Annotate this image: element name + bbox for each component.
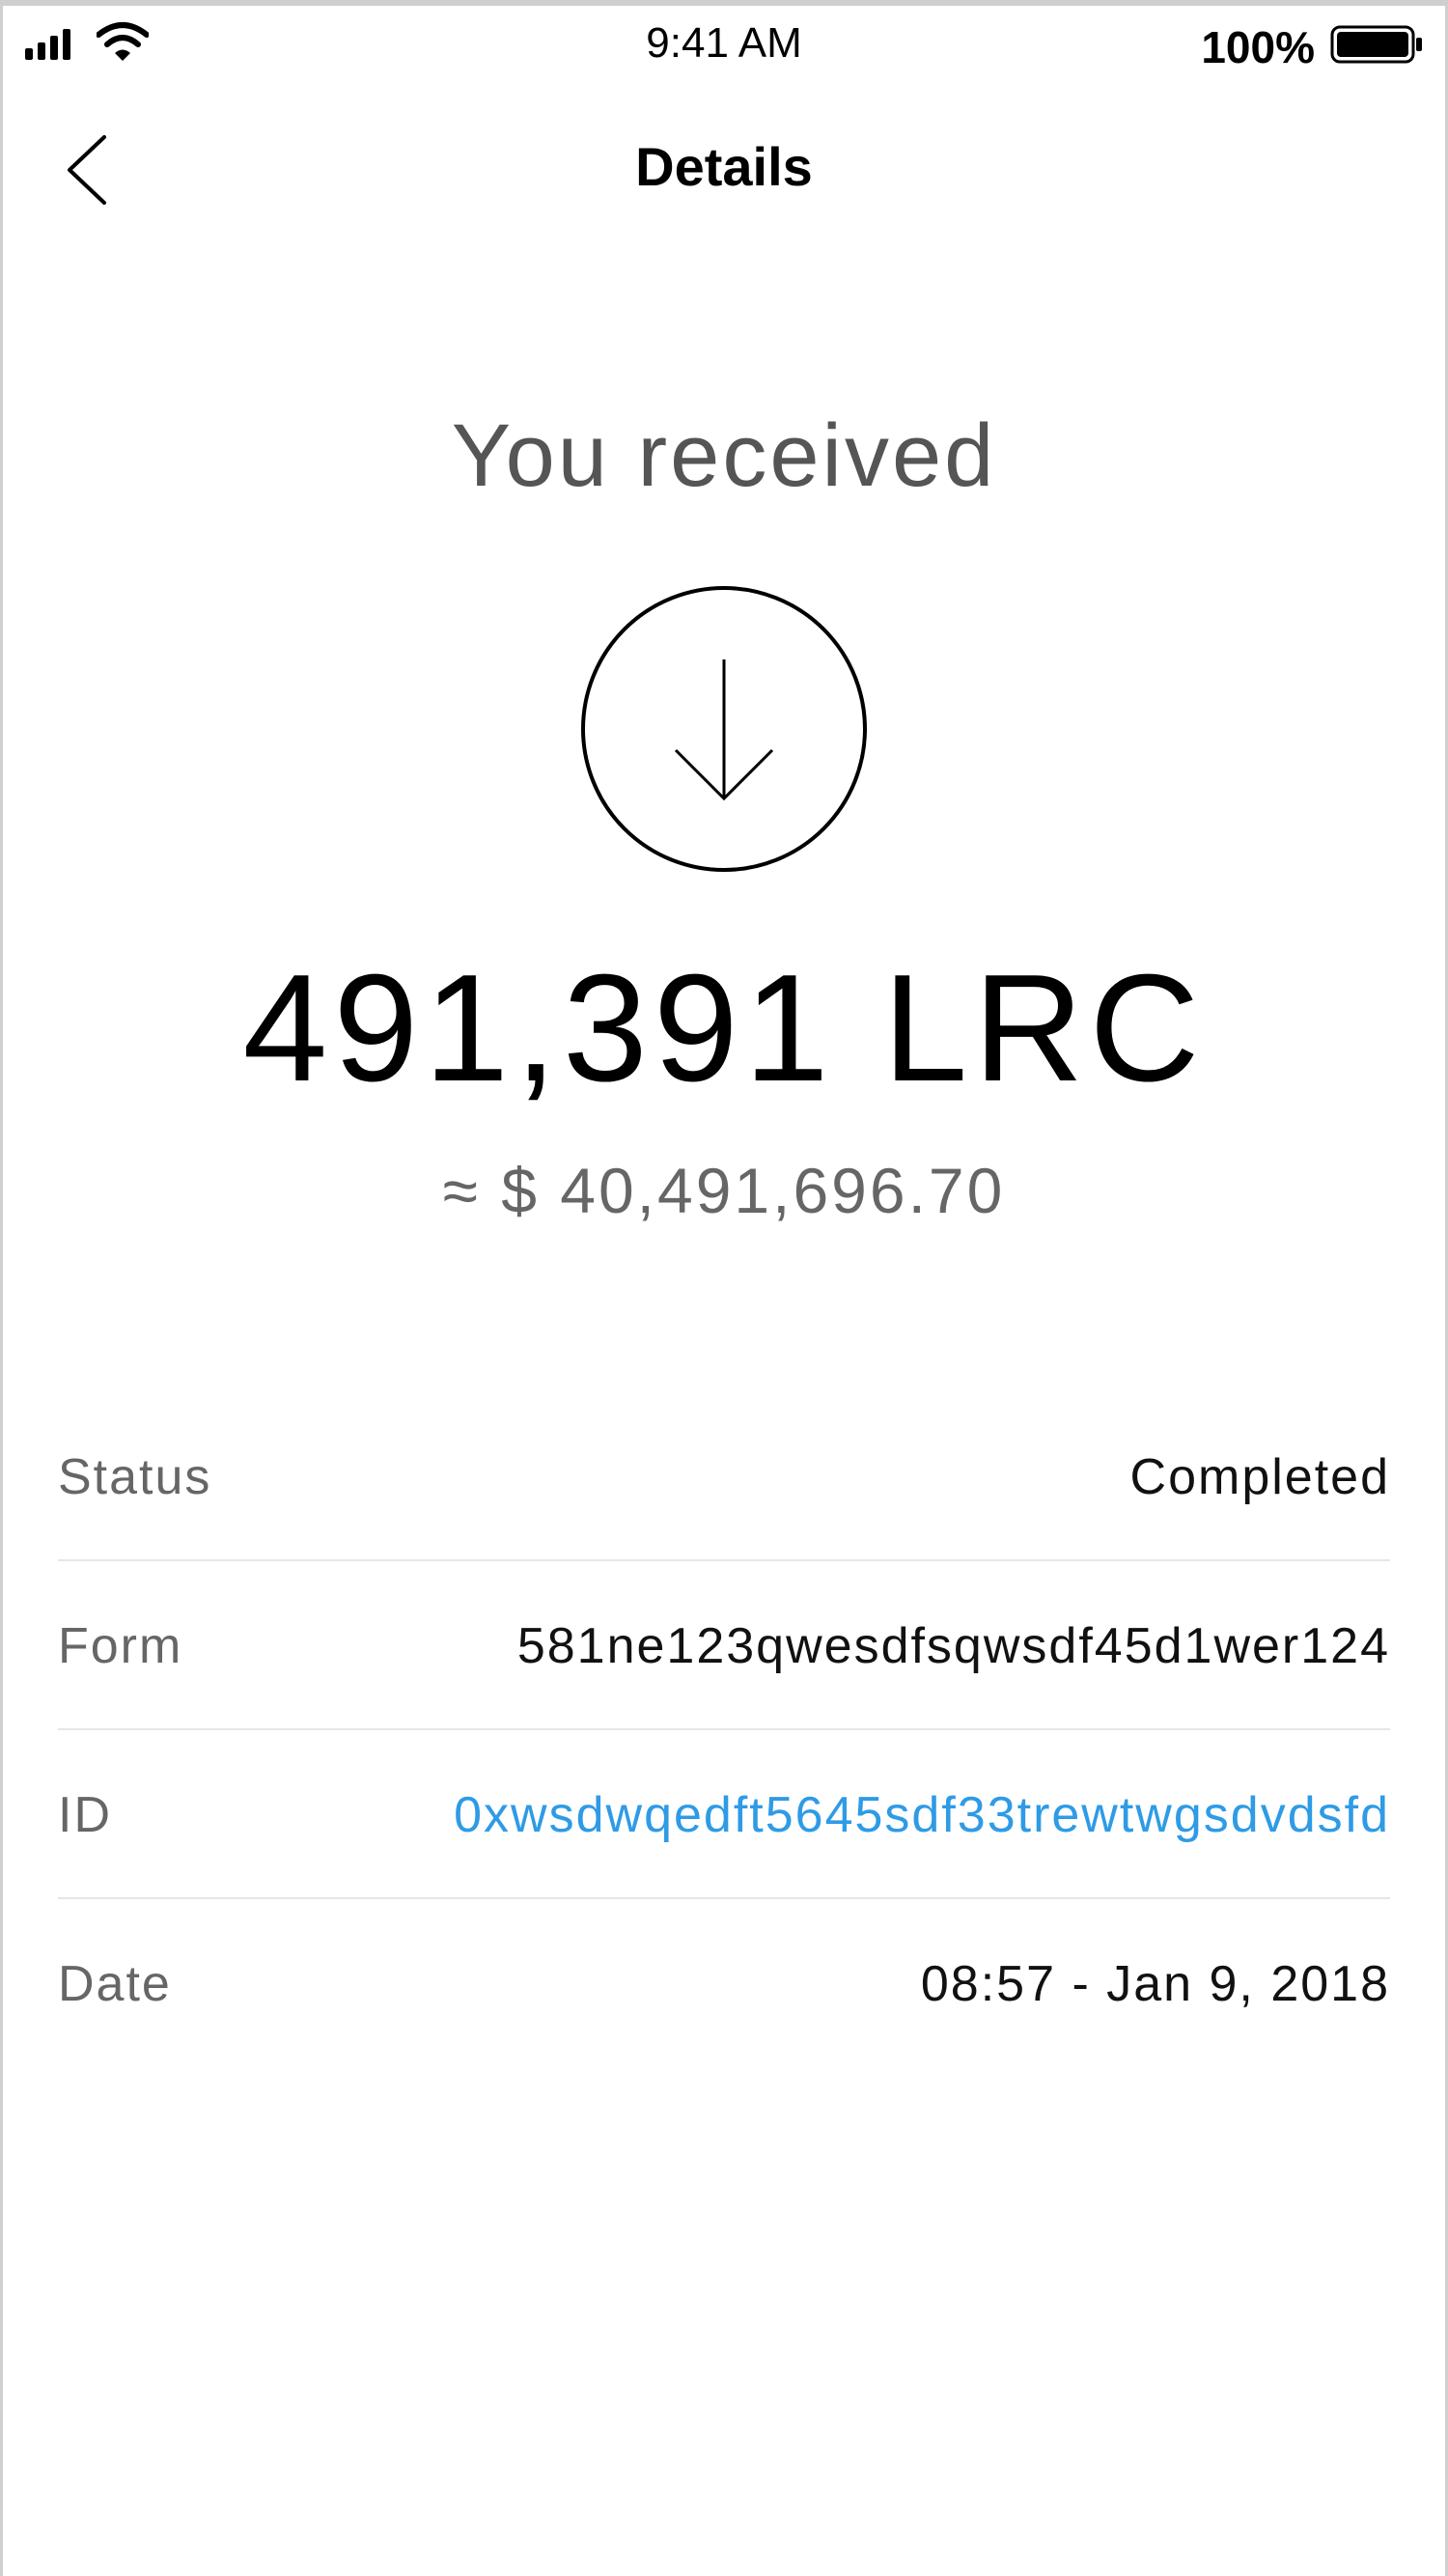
transaction-headline: You received: [451, 406, 997, 505]
details-list: Status Completed Form 581ne123qwesdfsqws…: [58, 1392, 1390, 2066]
battery-percent: 100%: [1201, 22, 1315, 72]
fiat-value: ≈ $ 40,491,696.70: [442, 1155, 1006, 1226]
transaction-id-link[interactable]: 0xwsdwqedft5645sdf33trewtwgsdvdsfd: [454, 1786, 1390, 1844]
status-value: Completed: [1129, 1449, 1390, 1505]
detail-row-id: ID 0xwsdwqedft5645sdf33trewtwgsdvdsfd: [58, 1730, 1390, 1899]
detail-label: Date: [58, 1956, 172, 2012]
page-title: Details: [635, 136, 813, 197]
arrow-down-circle-icon: [581, 586, 867, 872]
battery-icon: [1330, 25, 1422, 64]
form-address-value: 581ne123qwesdfsqwsdf45d1wer124: [516, 1618, 1390, 1674]
amount: 491,391 LRC: [242, 943, 1206, 1113]
detail-label: Form: [58, 1618, 183, 1674]
detail-row-status: Status Completed: [58, 1392, 1390, 1561]
detail-label: Status: [58, 1449, 212, 1505]
detail-row-form: Form 581ne123qwesdfsqwsdf45d1wer124: [58, 1561, 1390, 1730]
status-bar: 9:41 AM 100%: [0, 6, 1448, 79]
date-value: 08:57 - Jan 9, 2018: [920, 1956, 1390, 2012]
detail-label: ID: [58, 1787, 112, 1843]
device-frame: [0, 0, 1448, 2576]
detail-row-date: Date 08:57 - Jan 9, 2018: [58, 1899, 1390, 2066]
